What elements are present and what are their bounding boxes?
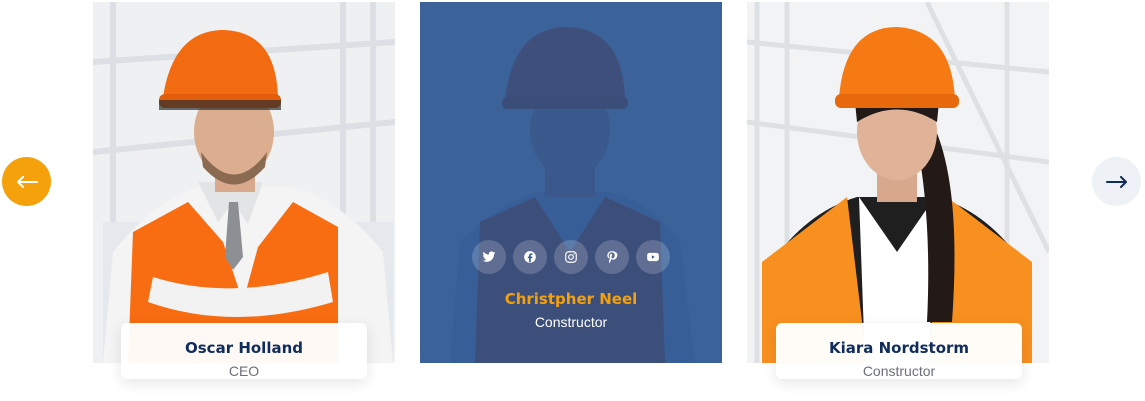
- carousel-next-button[interactable]: [1092, 157, 1141, 206]
- team-member-name[interactable]: Kiara Nordstorm: [776, 339, 1022, 357]
- team-card-oscar[interactable]: [93, 2, 395, 363]
- social-links: [472, 240, 672, 274]
- instagram-link[interactable]: [554, 240, 588, 274]
- team-member-role: Constructor: [534, 314, 608, 330]
- team-card-christpher[interactable]: [420, 2, 722, 363]
- card-hover-overlay: [420, 2, 722, 363]
- team-member-name[interactable]: Oscar Holland: [121, 339, 367, 357]
- pinterest-link[interactable]: [595, 240, 629, 274]
- team-member-role: CEO: [228, 363, 260, 379]
- instagram-icon: [565, 251, 577, 263]
- facebook-icon: [524, 251, 536, 263]
- team-member-photo: [93, 2, 395, 363]
- team-member-role: Constructor: [862, 363, 936, 379]
- twitter-icon: [482, 251, 496, 262]
- youtube-link[interactable]: [636, 240, 670, 274]
- carousel-prev-button[interactable]: [2, 157, 51, 206]
- team-member-name[interactable]: Christpher Neel: [420, 290, 722, 308]
- facebook-link[interactable]: [513, 240, 547, 274]
- youtube-icon: [647, 252, 659, 262]
- team-member-photo: [747, 2, 1049, 363]
- twitter-link[interactable]: [472, 240, 506, 274]
- arrow-right-icon: [1105, 175, 1127, 188]
- pinterest-icon: [607, 251, 618, 264]
- team-card-kiara[interactable]: [747, 2, 1049, 363]
- arrow-left-icon: [16, 175, 38, 188]
